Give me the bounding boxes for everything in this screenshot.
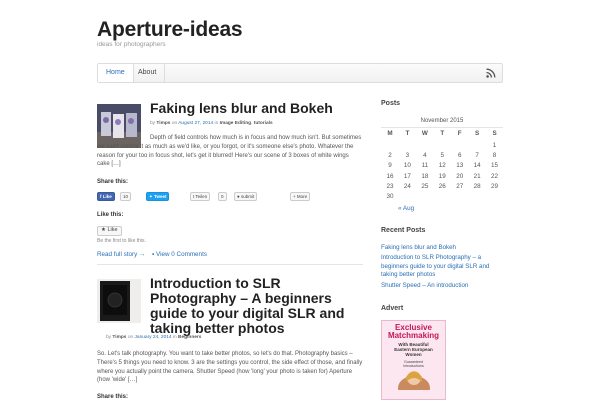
meta-category[interactable]: Image Editing xyxy=(220,121,251,126)
site-tagline: ideas for photographers xyxy=(97,41,166,48)
nav-about[interactable]: About xyxy=(130,64,166,82)
read-full-story-link[interactable]: Read full story → xyxy=(97,251,145,258)
calendar-rule xyxy=(381,127,503,128)
recent-post-link[interactable]: Shutter Speed – An introduction xyxy=(381,282,506,291)
tweet-label: Tweet xyxy=(154,194,167,199)
post-divider xyxy=(97,264,363,265)
advert-headline-2: Matchmaking xyxy=(387,331,440,340)
meta-category[interactable]: Beginners xyxy=(178,335,201,340)
calendar-caption: November 2015 xyxy=(420,118,464,124)
comments-label: View 0 Comments xyxy=(155,251,207,258)
post-meta: by Timps on August 27, 2014 in Image Edi… xyxy=(150,121,273,126)
like-button[interactable]: ★ Like xyxy=(97,226,122,236)
meta-category[interactable]: tutorials xyxy=(254,121,273,126)
meta-author[interactable]: Timps xyxy=(156,121,170,126)
post-title[interactable]: Faking lens blur and Bokeh xyxy=(150,101,370,116)
meta-on: on xyxy=(171,121,178,126)
comments-link[interactable]: ▪ View 0 Comments xyxy=(152,251,207,258)
sidebar-recent-title: Recent Posts xyxy=(381,227,426,234)
meta-author[interactable]: Timps xyxy=(112,335,126,340)
sidebar-posts-title: Posts xyxy=(381,100,401,107)
twitter-icon: ✦ xyxy=(149,194,153,199)
tumblr-count: 0 xyxy=(218,192,227,201)
meta-by: by xyxy=(150,121,156,126)
post-thumbnail[interactable] xyxy=(97,279,141,323)
advert-subhead: With Beautiful Eastern European Women xyxy=(382,342,445,358)
meta-on: on xyxy=(127,335,134,340)
like-first-text: Be the first to like this. xyxy=(97,238,146,244)
share-label: Share this: xyxy=(97,179,129,185)
meta-in: in xyxy=(172,335,177,340)
meta-by: by xyxy=(106,335,112,340)
facebook-like-count: 10 xyxy=(120,192,132,201)
comment-icon: ▪ xyxy=(152,251,155,258)
post-meta: by Timps on January 24, 2014 in Beginner… xyxy=(106,335,201,340)
share-label: Share this: xyxy=(97,394,129,400)
calendar-day: 15 xyxy=(491,162,499,170)
meta-in: in xyxy=(214,121,219,126)
facebook-like-button[interactable]: f Like xyxy=(97,192,115,201)
calendar-day: 29 xyxy=(491,182,499,190)
calendar-day-header: S xyxy=(492,130,497,137)
like-label: Like this: xyxy=(97,212,124,218)
recent-post-link[interactable]: Introduction to SLR Photography – a begi… xyxy=(381,254,506,280)
advert-banner[interactable]: Exclusive Matchmaking With Beautiful Eas… xyxy=(381,320,446,400)
site-title[interactable]: Aperture-ideas xyxy=(97,18,243,42)
star-icon: ★ xyxy=(101,227,106,233)
advert-sub-3: Women xyxy=(405,352,422,358)
facebook-icon: f xyxy=(100,194,102,199)
calendar-day: 8 xyxy=(492,152,497,160)
share-icon: + xyxy=(293,194,296,199)
tumblr-icon: t xyxy=(193,194,195,199)
nav-home[interactable]: Home xyxy=(98,64,134,82)
calendar-day: 22 xyxy=(491,172,499,180)
meta-date[interactable]: August 27, 2014 xyxy=(178,121,213,126)
calendar-day: 30 xyxy=(386,193,394,200)
read-full-label: Read full story xyxy=(97,251,138,258)
main-nav: Home About xyxy=(97,63,503,83)
calendar-day: 1 xyxy=(492,142,497,149)
reddit-label: submit xyxy=(240,194,255,199)
arrow-right-icon: → xyxy=(139,251,146,258)
advert-small: Guaranteed Introductions xyxy=(382,360,445,368)
meta-date[interactable]: January 24, 2014 xyxy=(135,335,172,340)
post-title[interactable]: Introduction to SLR Photography – A begi… xyxy=(150,276,365,336)
calendar: M T W T F S S 1 2 3 4 5 6 7 8 9 10 11 12 13 14 15 16 17 18 19 20 21… xyxy=(381,130,503,210)
tweet-button[interactable]: ✦ Tweet xyxy=(146,192,170,201)
more-label: More xyxy=(296,194,308,199)
recent-post-link[interactable]: Faking lens blur and Bokeh xyxy=(381,244,506,253)
advert-photo xyxy=(398,371,430,399)
reddit-button[interactable]: ● submit xyxy=(234,192,258,201)
like-button-label: Like xyxy=(107,227,118,233)
fb-like-label: Like xyxy=(102,194,112,199)
post-excerpt: So. Let's talk photography. You want to … xyxy=(97,351,363,384)
reddit-icon: ● xyxy=(237,194,240,199)
more-share-button[interactable]: + More xyxy=(290,192,311,201)
post-excerpt: Depth of field controls how much is in f… xyxy=(97,135,362,168)
calendar-prev-link[interactable]: « Aug xyxy=(398,205,414,212)
sidebar-advert-title: Advert xyxy=(381,305,404,312)
advert-headline: Exclusive Matchmaking xyxy=(382,321,445,340)
rss-icon[interactable] xyxy=(486,68,496,78)
tumblr-button[interactable]: t Teilen xyxy=(190,192,211,201)
